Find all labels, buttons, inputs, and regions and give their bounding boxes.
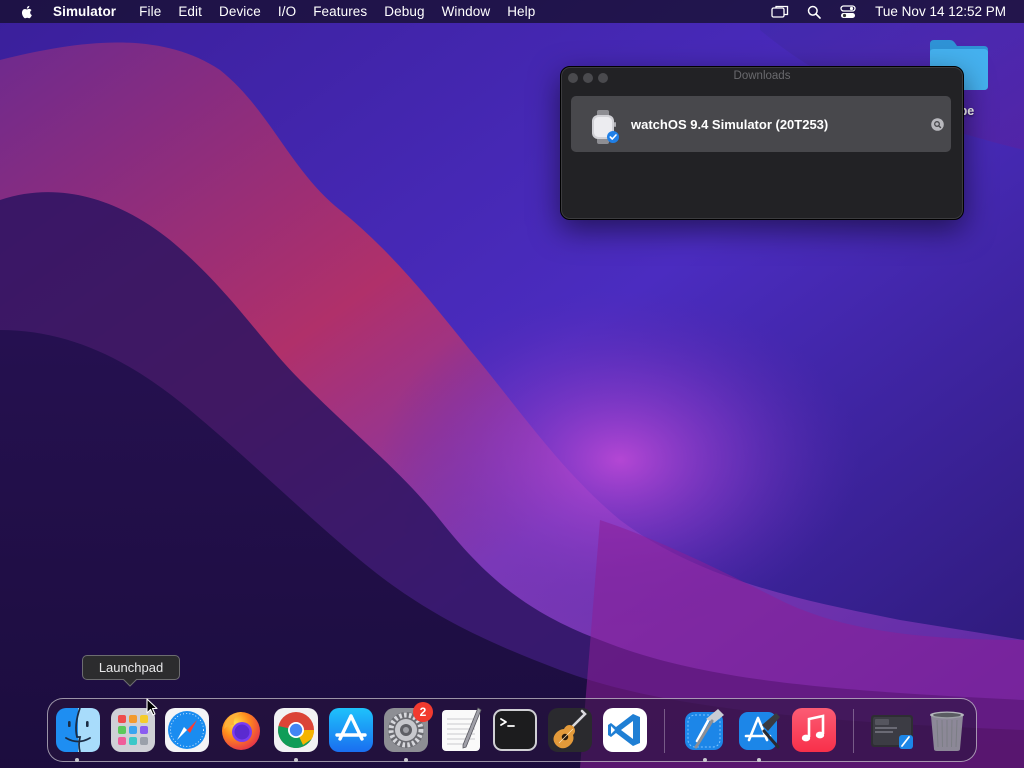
vs-code-icon [603, 708, 647, 752]
menu-device[interactable]: Device [219, 4, 261, 19]
dock-vs-code[interactable] [602, 707, 648, 753]
download-item-name: watchOS 9.4 Simulator (20T253) [631, 117, 829, 132]
dock-separator [664, 709, 665, 753]
dock-running-indicator [294, 758, 298, 762]
finder-icon [56, 707, 100, 753]
download-item[interactable]: watchOS 9.4 Simulator (20T253) [571, 96, 951, 152]
downloads-titlebar[interactable]: Downloads [561, 67, 963, 88]
chrome-icon [274, 708, 318, 752]
tooltip-arrow [123, 679, 137, 687]
reveal-in-finder-icon[interactable] [931, 118, 944, 131]
dock-running-indicator [757, 758, 761, 762]
mouse-cursor-icon [146, 698, 158, 716]
control-center-icon[interactable] [839, 4, 857, 20]
trash-icon [930, 711, 964, 751]
dock-chrome[interactable] [273, 707, 319, 753]
dock-garageband[interactable] [547, 707, 593, 753]
downloads-stack-icon [871, 715, 913, 749]
xcode-icon [685, 709, 724, 750]
desktop: Simulator File Edit Device I/O Features … [0, 0, 1024, 768]
dock [47, 698, 977, 762]
apple-menu-icon[interactable] [19, 4, 35, 20]
dock-tooltip: Launchpad [82, 655, 180, 680]
dock-app-store[interactable] [328, 707, 374, 753]
dock-running-indicator [703, 758, 707, 762]
textedit-icon [442, 707, 482, 751]
dock-finder[interactable] [55, 707, 101, 753]
dock-simulator[interactable] [736, 707, 782, 753]
dock-running-indicator [404, 758, 408, 762]
apple-watch-icon [592, 110, 619, 144]
menu-help[interactable]: Help [507, 4, 535, 19]
dock-trash[interactable] [924, 707, 970, 753]
downloads-window: Downloads watchOS 9.4 Simulator (20T253) [560, 66, 964, 220]
dock-xcode[interactable] [682, 707, 728, 753]
safari-icon [165, 708, 209, 752]
menu-bar-status: Tue Nov 14 12:52 PM [771, 0, 1024, 23]
dock-music[interactable] [791, 707, 837, 753]
search-icon[interactable] [805, 4, 823, 20]
menu-window[interactable]: Window [442, 4, 491, 19]
screen-mirroring-icon[interactable] [771, 4, 789, 20]
simulator-icon [739, 712, 780, 750]
music-icon [792, 708, 836, 752]
app-store-icon [329, 708, 373, 752]
dock-downloads-stack[interactable] [869, 707, 915, 753]
dock-terminal[interactable] [492, 707, 538, 753]
dock-running-indicator [75, 758, 79, 762]
dock-firefox[interactable] [218, 707, 264, 753]
system-settings-badge: 2 [413, 702, 433, 722]
menu-debug[interactable]: Debug [384, 4, 424, 19]
dock-textedit[interactable] [438, 707, 484, 753]
menu-features[interactable]: Features [313, 4, 367, 19]
dock-separator [853, 709, 854, 753]
firefox-icon [222, 712, 260, 750]
menu-bar: Simulator File Edit Device I/O Features … [0, 0, 1024, 23]
menu-io[interactable]: I/O [278, 4, 296, 19]
downloads-title: Downloads [733, 70, 791, 82]
menu-file[interactable]: File [139, 4, 161, 19]
menu-app-name[interactable]: Simulator [53, 4, 116, 19]
terminal-icon [493, 709, 537, 751]
menu-edit[interactable]: Edit [178, 4, 202, 19]
garageband-icon [548, 708, 592, 752]
dock-safari[interactable] [164, 707, 210, 753]
menu-bar-clock[interactable]: Tue Nov 14 12:52 PM [875, 4, 1006, 19]
